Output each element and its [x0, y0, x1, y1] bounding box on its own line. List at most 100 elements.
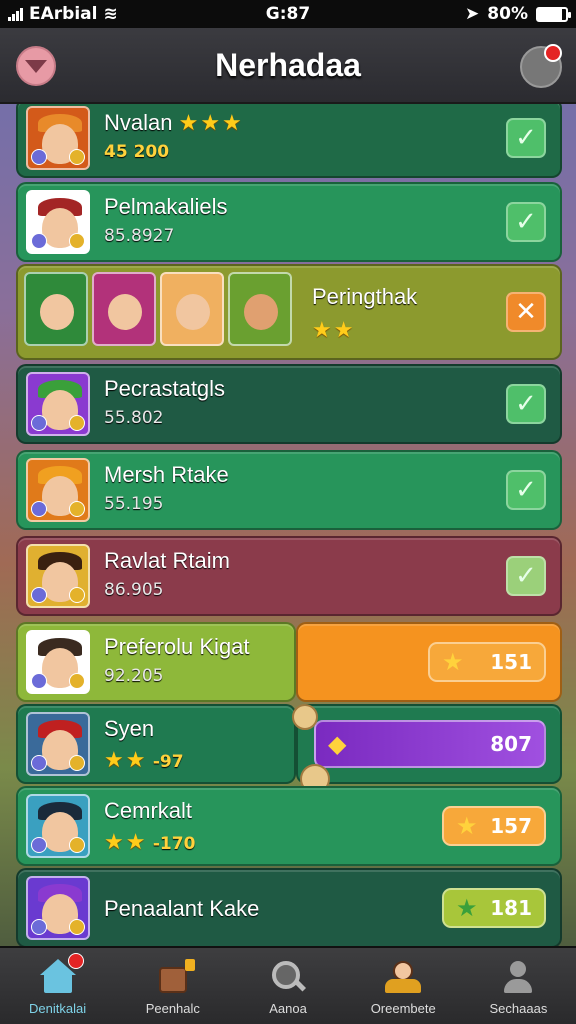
item-name: Syen: [104, 716, 155, 741]
item-stars-row: ★★ -170: [104, 830, 196, 855]
check-button[interactable]: ✓: [506, 470, 546, 510]
status-time: G:87: [265, 4, 311, 24]
item-stars-row: ★★ -97: [104, 748, 184, 773]
battery-icon: [536, 6, 571, 22]
battery-label: 80%: [487, 4, 528, 24]
status-bar: EArbial ≋ G:87 ➤ 80%: [0, 0, 576, 28]
item-value: 92.205: [104, 666, 164, 686]
reward-panel: ◆ 807: [296, 704, 562, 784]
reward-pill[interactable]: ★ 151: [428, 642, 546, 682]
nav-item-profile[interactable]: Sechaaas: [461, 948, 576, 1024]
item-name: Ravlat Rtaim: [104, 548, 230, 573]
check-button[interactable]: ✓: [506, 556, 546, 596]
gem-value: 807: [490, 732, 532, 756]
star-icon: ★: [442, 648, 464, 676]
avatar: [26, 458, 90, 522]
reward-value: 157: [490, 814, 532, 838]
item-stars: ★★: [312, 318, 356, 343]
reward-pill[interactable]: ★ 157: [442, 806, 546, 846]
star-icon: ★: [456, 812, 478, 840]
item-name: Penaalant Kake: [104, 896, 260, 921]
checkmark-icon: ✓: [515, 123, 537, 153]
avatar: [160, 272, 224, 346]
check-button[interactable]: ✓: [506, 118, 546, 158]
chest-icon: [155, 959, 195, 995]
list-item[interactable]: Penaalant Kake ★ 181: [16, 868, 562, 946]
location-icon: ➤: [465, 4, 480, 24]
list-item[interactable]: Ravlat Rtaim 86.905 ✓: [16, 536, 562, 616]
team-icon: [385, 959, 422, 995]
back-icon: [25, 59, 47, 73]
back-button[interactable]: [16, 46, 56, 86]
avatar: [26, 630, 90, 694]
item-name: Nvalan ★★★: [104, 110, 244, 135]
close-icon: ✕: [515, 297, 537, 327]
item-name: Pelmakaliels: [104, 194, 228, 219]
reward-pill[interactable]: ★ 181: [442, 888, 546, 928]
checkmark-icon: ✓: [515, 207, 537, 237]
item-name: Preferolu Kigat: [104, 634, 250, 659]
search-icon: [270, 959, 307, 995]
avatar: [228, 272, 292, 346]
item-value: 55.802: [104, 408, 164, 428]
wifi-icon: ≋: [103, 4, 118, 24]
avatar: [26, 544, 90, 608]
signal-icon: [8, 7, 23, 21]
bottom-nav: Denitkalai Peenhalc Aanoa Oreembete Sech…: [0, 946, 576, 1024]
nav-item-team[interactable]: Oreembete: [346, 948, 461, 1024]
list-item[interactable]: Syen ★★ -97: [16, 704, 296, 784]
nav-label: Peenhalc: [145, 1001, 200, 1016]
checkmark-icon: ✓: [515, 561, 537, 591]
list-item[interactable]: Peringthak ★★ ✕: [16, 264, 562, 360]
item-value: 45 200: [104, 142, 170, 162]
nav-label: Sechaaas: [489, 1001, 548, 1016]
nav-item-chest[interactable]: Peenhalc: [115, 948, 230, 1024]
list-item[interactable]: Cemrkalt ★★ -170 ★ 157: [16, 786, 562, 866]
notification-badge: [544, 44, 562, 62]
profile-icon: [500, 959, 536, 995]
avatar: [92, 272, 156, 346]
item-value: 86.905: [104, 580, 164, 600]
item-value: 55.195: [104, 494, 164, 514]
avatar: [26, 876, 90, 940]
item-name: Pecrastatgls: [104, 376, 226, 401]
nav-item-search[interactable]: Aanoa: [230, 948, 345, 1024]
check-button[interactable]: ✓: [506, 384, 546, 424]
gem-icon: ◆: [328, 730, 347, 758]
checkmark-icon: ✓: [515, 475, 537, 505]
carrier-label: EArbial: [29, 4, 98, 24]
list-item[interactable]: Mersh Rtake 55.195 ✓: [16, 450, 562, 530]
nav-label: Denitkalai: [29, 1001, 87, 1016]
reward-value: 151: [490, 650, 532, 674]
notification-badge: [67, 953, 84, 969]
check-button[interactable]: ✓: [506, 202, 546, 242]
chat-button[interactable]: [520, 44, 562, 88]
ranking-list: Nvalan ★★★ 45 200 ✓ Pelmakaliels 85.8927…: [16, 104, 562, 946]
checkmark-icon: ✓: [515, 389, 537, 419]
avatar: [24, 272, 88, 346]
item-value: 85.8927: [104, 226, 175, 246]
item-name: Mersh Rtake: [104, 462, 229, 487]
page-title: Nerhadaa: [215, 46, 361, 83]
item-name: Cemrkalt: [104, 798, 193, 823]
item-name: Peringthak: [312, 284, 418, 309]
reject-button[interactable]: ✕: [506, 292, 546, 332]
reward-value: 181: [490, 896, 532, 920]
home-icon: [39, 953, 84, 995]
list-item[interactable]: Nvalan ★★★ 45 200 ✓: [16, 104, 562, 178]
nav-label: Oreembete: [370, 1001, 436, 1016]
gem-bar[interactable]: ◆ 807: [314, 720, 546, 768]
nav-item-home[interactable]: Denitkalai: [0, 948, 115, 1024]
avatar: [26, 712, 90, 776]
list-item[interactable]: Preferolu Kigat 92.205: [16, 622, 296, 702]
avatar: [26, 106, 90, 170]
app-header: Nerhadaa: [0, 28, 576, 104]
nav-label: Aanoa: [269, 1001, 307, 1016]
avatar: [26, 190, 90, 254]
reward-panel: ★ 151: [296, 622, 562, 702]
avatar: [26, 794, 90, 858]
coin-icon: [292, 704, 318, 730]
list-item[interactable]: Pecrastatgls 55.802 ✓: [16, 364, 562, 444]
list-item[interactable]: Pelmakaliels 85.8927 ✓: [16, 182, 562, 262]
avatar: [26, 372, 90, 436]
